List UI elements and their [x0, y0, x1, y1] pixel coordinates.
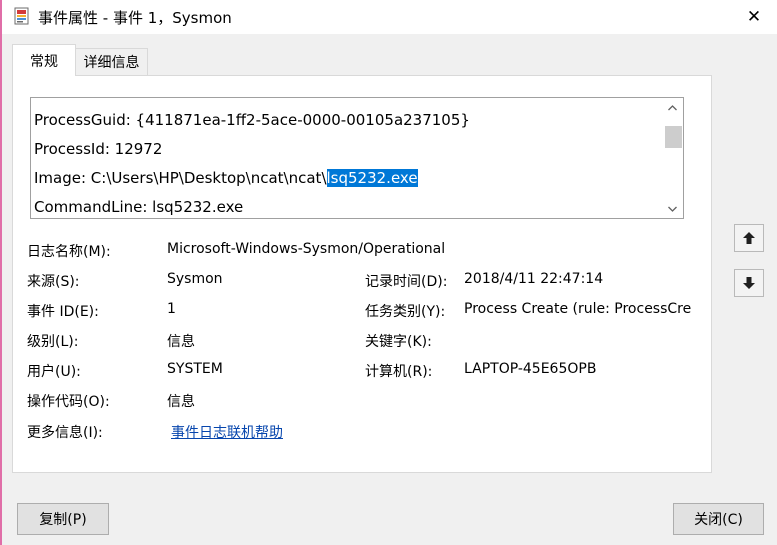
user-value[interactable]: SYSTEM [167, 361, 223, 377]
opcode-label: 操作代码(O): [27, 394, 110, 410]
keywords-label: 关键字(K): [365, 334, 432, 350]
copy-button[interactable]: 复制(P) [17, 503, 109, 535]
description-scrollbar[interactable] [663, 99, 682, 217]
online-help-link[interactable]: 事件日志联机帮助 [171, 422, 283, 442]
tab-general[interactable]: 常规 [12, 44, 76, 76]
description-line: CommandLine: lsq5232.exe [34, 198, 244, 216]
source-label: 来源(S): [27, 274, 80, 290]
window-title: 事件属性 - 事件 1，Sysmon [38, 9, 232, 27]
event-description-box[interactable]: ProcessGuid: {411871ea-1ff2-5ace-0000-00… [30, 97, 684, 219]
event-viewer-icon [14, 7, 30, 25]
previous-event-button[interactable] [734, 224, 764, 252]
window-accent-border [0, 0, 2, 545]
scroll-up-button[interactable] [663, 99, 682, 116]
description-line: ProcessId: 12972 [34, 140, 163, 158]
chevron-up-icon [668, 104, 677, 110]
user-label: 用户(U): [27, 364, 81, 380]
scroll-down-button[interactable] [663, 200, 682, 217]
description-line-image: Image: C:\Users\HP\Desktop\ncat\ncat\lsq… [34, 169, 418, 187]
computer-value[interactable]: LAPTOP-45E65OPB [464, 361, 596, 377]
task-category-value[interactable]: Process Create (rule: ProcessCreat [464, 301, 691, 317]
level-label: 级别(L): [27, 334, 79, 350]
title-bar[interactable]: 事件属性 - 事件 1，Sysmon ✕ [2, 0, 777, 34]
close-window-button[interactable]: ✕ [731, 0, 777, 34]
chevron-down-icon [668, 206, 677, 212]
log-name-value[interactable]: Microsoft-Windows-Sysmon/Operational [167, 241, 445, 257]
logged-value[interactable]: 2018/4/11 22:47:14 [464, 271, 603, 287]
next-event-button[interactable] [734, 269, 764, 297]
close-button[interactable]: 关闭(C) [673, 503, 764, 535]
selected-text: lsq5232.exe [326, 169, 418, 187]
event-id-label: 事件 ID(E): [27, 304, 99, 320]
event-properties-window: 事件属性 - 事件 1，Sysmon ✕ 常规 详细信息 ProcessGuid… [0, 0, 777, 545]
arrow-down-icon [743, 277, 755, 289]
more-info-label: 更多信息(I): [27, 425, 103, 441]
tab-details[interactable]: 详细信息 [76, 48, 148, 76]
computer-label: 计算机(R): [365, 364, 433, 380]
description-line: ProcessGuid: {411871ea-1ff2-5ace-0000-00… [34, 111, 470, 129]
event-id-value[interactable]: 1 [167, 301, 176, 317]
level-value[interactable]: 信息 [167, 331, 195, 351]
close-icon: ✕ [746, 7, 762, 27]
source-value[interactable]: Sysmon [167, 271, 223, 287]
task-category-label: 任务类别(Y): [365, 304, 446, 320]
logged-label: 记录时间(D): [365, 274, 448, 290]
scroll-thumb[interactable] [665, 126, 682, 148]
image-path-text: Image: C:\Users\HP\Desktop\ncat\ncat\ [34, 169, 327, 187]
arrow-up-icon [743, 232, 755, 244]
opcode-value[interactable]: 信息 [167, 391, 195, 411]
log-name-label: 日志名称(M): [27, 244, 111, 260]
